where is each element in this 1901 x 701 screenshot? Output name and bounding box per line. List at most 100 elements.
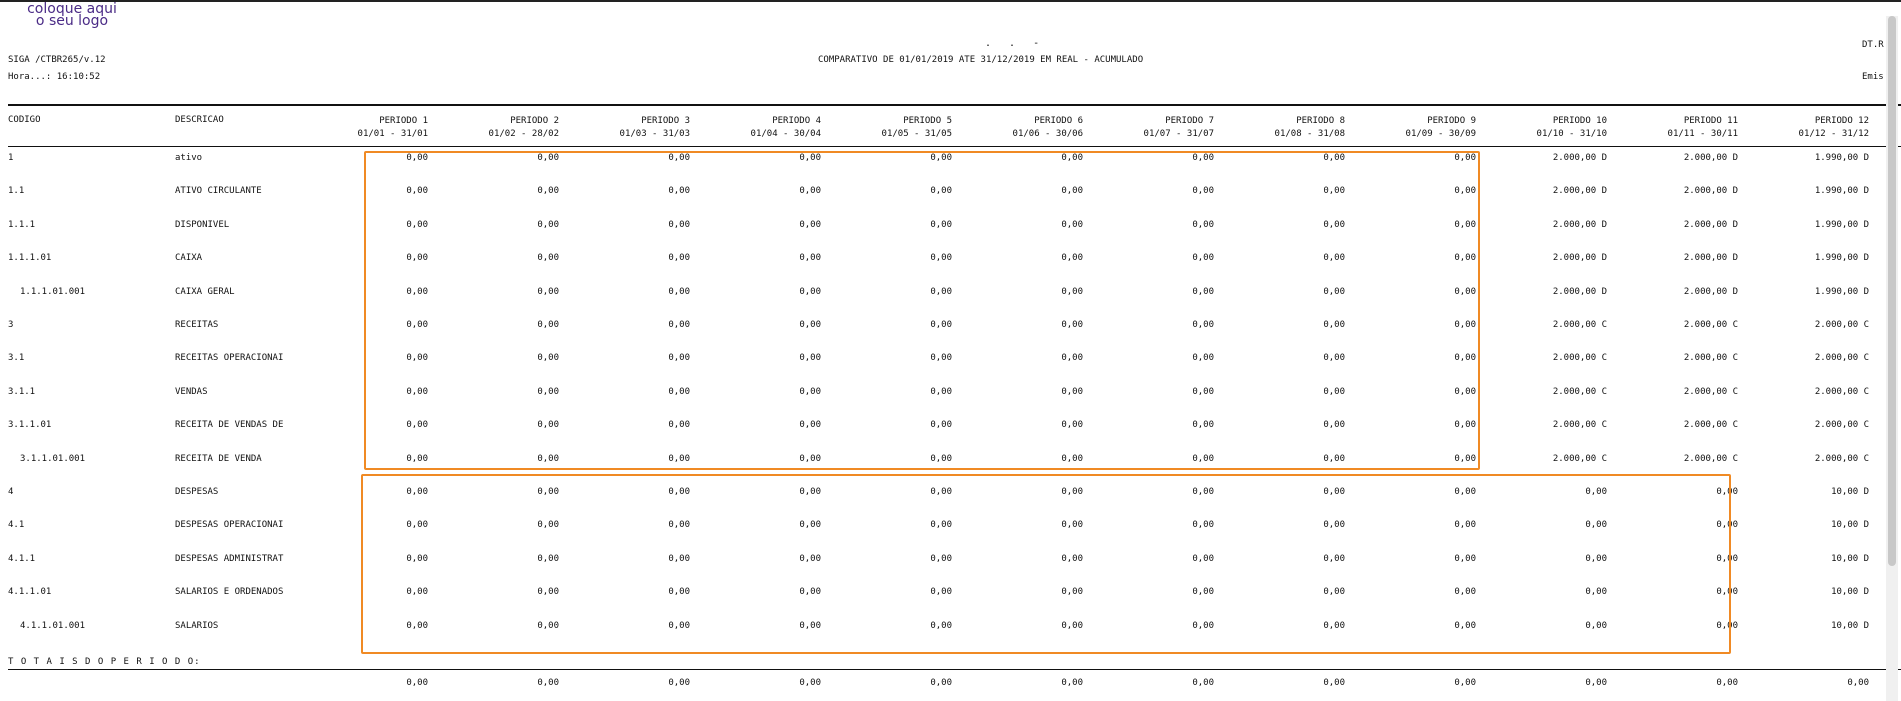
period-range: 01/10 - 31/10 [1536, 129, 1607, 139]
period-header-7: PERIODO 7 01/07 - 31/07 [1094, 115, 1214, 143]
period-range: 01/04 - 30/04 [750, 129, 821, 139]
total-value-1: 0,00 [406, 678, 428, 688]
account-code: 4.1.1.01 [8, 587, 52, 597]
period-value-11: 2.000,00 D [1683, 220, 1738, 230]
period-range: 01/11 - 30/11 [1667, 129, 1738, 139]
period-value-10: 2.000,00 C [1552, 420, 1607, 430]
period-value-10: 2.000,00 D [1552, 287, 1607, 297]
period-value-11: 2.000,00 D [1683, 287, 1738, 297]
total-value-3: 0,00 [668, 678, 690, 688]
period-range: 01/03 - 31/03 [619, 129, 690, 139]
header-rule [8, 104, 1901, 106]
period-name: PERIODO 2 [510, 116, 559, 126]
period-value-12: 10,00 D [1831, 487, 1869, 497]
period-value-10: 2.000,00 D [1552, 253, 1607, 263]
period-value-10: 2.000,00 C [1552, 320, 1607, 330]
total-value-12: 0,00 [1847, 678, 1869, 688]
account-code: 3.1.1.01.001 [20, 454, 86, 464]
period-name: PERIODO 1 [379, 116, 428, 126]
period-value-12: 1.990,00 D [1814, 153, 1869, 163]
report-time: Hora...: 16:10:52 [8, 72, 101, 82]
account-description: RECEITA DE VENDAS DE [175, 420, 284, 430]
scrollbar-thumb[interactable] [1888, 16, 1896, 566]
period-range: 01/08 - 31/08 [1274, 129, 1345, 139]
account-code: 1 [8, 153, 14, 163]
total-value-4: 0,00 [799, 678, 821, 688]
highlight-box-expenses [361, 474, 1731, 654]
header-dots: . . - [985, 38, 1046, 49]
period-value-12: 2.000,00 C [1814, 387, 1869, 397]
total-value-5: 0,00 [930, 678, 952, 688]
period-header-3: PERIODO 3 01/03 - 31/03 [570, 115, 690, 143]
account-description: SALARIOS [175, 621, 219, 631]
period-name: PERIODO 3 [641, 116, 690, 126]
total-value-9: 0,00 [1454, 678, 1476, 688]
period-value-10: 2.000,00 D [1552, 186, 1607, 196]
period-value-12: 2.000,00 C [1814, 353, 1869, 363]
period-value-12: 10,00 D [1831, 520, 1869, 530]
period-header-9: PERIODO 9 01/09 - 30/09 [1356, 115, 1476, 143]
period-value-11: 2.000,00 C [1683, 320, 1738, 330]
account-description: DESPESAS OPERACIONAI [175, 520, 284, 530]
total-value-11: 0,00 [1716, 678, 1738, 688]
period-value-10: 2.000,00 D [1552, 153, 1607, 163]
period-range: 01/07 - 31/07 [1143, 129, 1214, 139]
period-value-10: 2.000,00 D [1552, 220, 1607, 230]
period-value-11: 2.000,00 C [1683, 420, 1738, 430]
total-value-7: 0,00 [1192, 678, 1214, 688]
account-code: 1.1.1 [8, 220, 36, 230]
total-value-8: 0,00 [1323, 678, 1345, 688]
period-range: 01/09 - 30/09 [1405, 129, 1476, 139]
period-value-10: 2.000,00 C [1552, 454, 1607, 464]
period-range: 01/02 - 28/02 [488, 129, 559, 139]
total-value-6: 0,00 [1061, 678, 1083, 688]
period-value-11: 2.000,00 D [1683, 186, 1738, 196]
period-header-6: PERIODO 6 01/06 - 30/06 [963, 115, 1083, 143]
account-description: RECEITAS [175, 320, 219, 330]
account-code: 3.1.1.01 [8, 420, 52, 430]
period-name: PERIODO 5 [903, 116, 952, 126]
account-code: 3 [8, 320, 14, 330]
period-name: PERIODO 10 [1552, 116, 1607, 126]
period-value-12: 1.990,00 D [1814, 186, 1869, 196]
logo-placeholder: coloque aqui o seu logo [12, 2, 132, 28]
period-header-8: PERIODO 8 01/08 - 31/08 [1225, 115, 1345, 143]
account-description: ativo [175, 153, 203, 163]
period-value-12: 2.000,00 C [1814, 420, 1869, 430]
period-range: 01/05 - 31/05 [881, 129, 952, 139]
period-value-11: 2.000,00 C [1683, 454, 1738, 464]
period-value-12: 2.000,00 C [1814, 454, 1869, 464]
col-header-descricao: DESCRICAO [175, 115, 224, 125]
period-value-12: 1.990,00 D [1814, 220, 1869, 230]
account-description: CAIXA [175, 253, 203, 263]
account-description: ATIVO CIRCULANTE [175, 186, 262, 196]
period-name: PERIODO 7 [1165, 116, 1214, 126]
report-date-label: DT.R [1862, 40, 1884, 50]
vertical-scrollbar[interactable] [1886, 16, 1898, 701]
highlight-box-assets-revenues [364, 151, 1480, 470]
period-value-10: 2.000,00 C [1552, 353, 1607, 363]
period-name: PERIODO 8 [1296, 116, 1345, 126]
account-code: 1.1.1.01.001 [20, 287, 86, 297]
total-value-2: 0,00 [537, 678, 559, 688]
period-value-12: 1.990,00 D [1814, 253, 1869, 263]
col-header-codigo: CODIGO [8, 115, 41, 125]
account-description: RECEITA DE VENDA [175, 454, 262, 464]
period-value-11: 2.000,00 C [1683, 353, 1738, 363]
period-value-11: 2.000,00 C [1683, 387, 1738, 397]
period-header-11: PERIODO 11 01/11 - 30/11 [1618, 115, 1738, 143]
account-code: 1.1.1.01 [8, 253, 52, 263]
period-name: PERIODO 4 [772, 116, 821, 126]
totals-label: T O T A I S D O P E R I O D O: [8, 657, 201, 667]
period-header-10: PERIODO 10 01/10 - 31/10 [1487, 115, 1607, 143]
account-description: VENDAS [175, 387, 208, 397]
period-value-12: 10,00 D [1831, 554, 1869, 564]
report-title: COMPARATIVO DE 01/01/2019 ATE 31/12/2019… [818, 55, 1144, 65]
period-value-12: 1.990,00 D [1814, 287, 1869, 297]
account-description: CAIXA GERAL [175, 287, 235, 297]
account-description: DESPESAS ADMINISTRAT [175, 554, 284, 564]
account-description: SALARIOS E ORDENADOS [175, 587, 284, 597]
account-code: 3.1 [8, 353, 25, 363]
report-emission-label: Emis [1862, 72, 1884, 82]
period-value-12: 10,00 D [1831, 587, 1869, 597]
